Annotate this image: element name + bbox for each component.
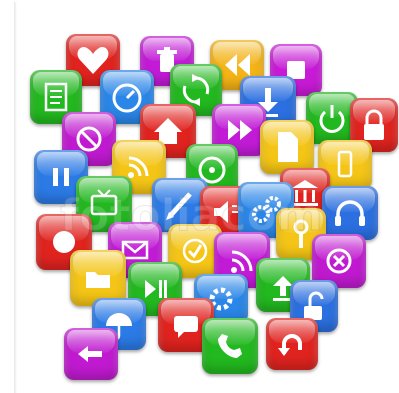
file-icon: [260, 120, 314, 174]
phone-call-icon: [202, 318, 258, 374]
back-arrow-icon: [64, 328, 118, 380]
undo-icon: [266, 318, 318, 370]
headphones-icon: [322, 186, 378, 240]
edge-shadow: [14, 2, 17, 393]
icon-collage: fotoliacom: [0, 0, 399, 393]
